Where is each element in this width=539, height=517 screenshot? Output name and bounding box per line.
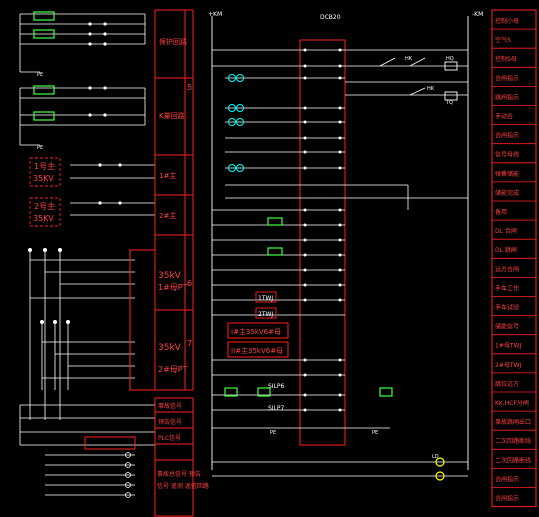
main1-pt-label: I#主35kV6#母	[231, 327, 281, 336]
section-protection-label: 保护回路	[159, 37, 187, 46]
right-column-label: 空气S	[495, 36, 511, 44]
canvas-background	[0, 0, 539, 517]
section-main2-label: 2#主	[159, 211, 176, 220]
main-1-voltage: 35KV	[33, 174, 54, 183]
section-k-label: K量回路	[159, 111, 185, 120]
right-column-label: 跳闸指示	[495, 93, 519, 101]
right-column-label: 手动合	[495, 112, 513, 120]
section-main1-label: 1#主	[159, 171, 176, 180]
center-block-label: DCB20	[320, 14, 341, 21]
ld-label: LD	[432, 454, 439, 460]
pe-center-label-1: PE	[270, 430, 276, 436]
right-column-label: 二次回路断线	[495, 437, 531, 445]
twj1-label: 1TWJ	[258, 295, 273, 302]
silp7-label: SILP7	[268, 405, 285, 412]
pe-center-label-2: PE	[372, 430, 378, 436]
bottom-box-plc: PLC信号	[158, 434, 181, 442]
right-column-label: DL 合闸	[495, 227, 517, 235]
silp6-label: SILP6	[268, 383, 285, 390]
right-column-label: 事故跳闸出口	[495, 418, 531, 426]
main-1-label: 1号主	[34, 161, 55, 171]
right-column-label: 跳位远方	[495, 380, 519, 388]
right-column-label: 手车工作	[495, 284, 519, 292]
hk-mid-label: HK	[427, 86, 435, 92]
bottom-box-warning: 预告信号	[158, 418, 182, 426]
right-column-label: 备用	[495, 208, 507, 216]
main2-pt-label: II#主35kV6#母	[231, 346, 283, 355]
right-column-label: 合闸指示	[495, 475, 519, 483]
right-column-label: 储能信号	[495, 323, 519, 331]
section-number-7: 7	[187, 339, 192, 348]
right-column-label: 2#母TWJ	[495, 362, 521, 369]
electrical-schematic: +KM DCB20 -KM PE PE 1号主 35KV 2号主 35KV 保护…	[0, 0, 539, 517]
right-bus-label: -KM	[472, 11, 483, 18]
right-column-label: 储能完成	[495, 189, 519, 197]
right-column-label: 手车试验	[495, 303, 519, 311]
right-column-label: 远方合闸	[495, 265, 519, 273]
pt2-voltage-label: 35kV	[158, 343, 182, 353]
hk-top-label: HK	[405, 56, 413, 62]
right-column-label: 弹簧储能	[495, 170, 519, 178]
tq-label: TQ	[445, 100, 453, 106]
section-number-6: 6	[187, 279, 192, 288]
bottom-box-total-line-1: 事故总信号 预告	[157, 470, 201, 478]
right-column-label: 合闸指示	[495, 74, 519, 82]
right-column-label: 1#母TWJ	[495, 343, 521, 350]
right-column-label: 控制S母	[495, 55, 517, 63]
right-column-label: 控制小母	[495, 17, 519, 25]
right-column-label: 合闸指示	[495, 494, 519, 502]
right-column-label: KK,HCF分闸	[495, 399, 529, 407]
right-column-label: 二次回路断线	[495, 456, 531, 464]
pt1-name-label: 1#母PT	[158, 283, 188, 292]
twj2-label: 2TWJ	[258, 311, 273, 318]
right-column-label: 信号母线	[495, 151, 519, 159]
pt1-voltage-label: 35kV	[158, 271, 182, 281]
hq-label: HQ	[446, 56, 454, 62]
main-2-label: 2号主	[34, 201, 55, 211]
bottom-box-accident: 事故信号	[158, 402, 182, 410]
pe-label-2: PE	[37, 145, 43, 151]
right-column-label: DL 跳闸	[495, 246, 517, 254]
left-bus-label: +KM	[208, 11, 222, 18]
bottom-box-total-line-2: 信号 遥测 遥信回路	[157, 482, 209, 490]
main-2-voltage: 35KV	[33, 214, 54, 223]
pt2-name-label: 2#母PT	[158, 365, 188, 374]
section-number-5: 5	[187, 83, 192, 92]
pe-label-1: PE	[37, 72, 43, 78]
right-column-label: 合闸指示	[495, 132, 519, 140]
